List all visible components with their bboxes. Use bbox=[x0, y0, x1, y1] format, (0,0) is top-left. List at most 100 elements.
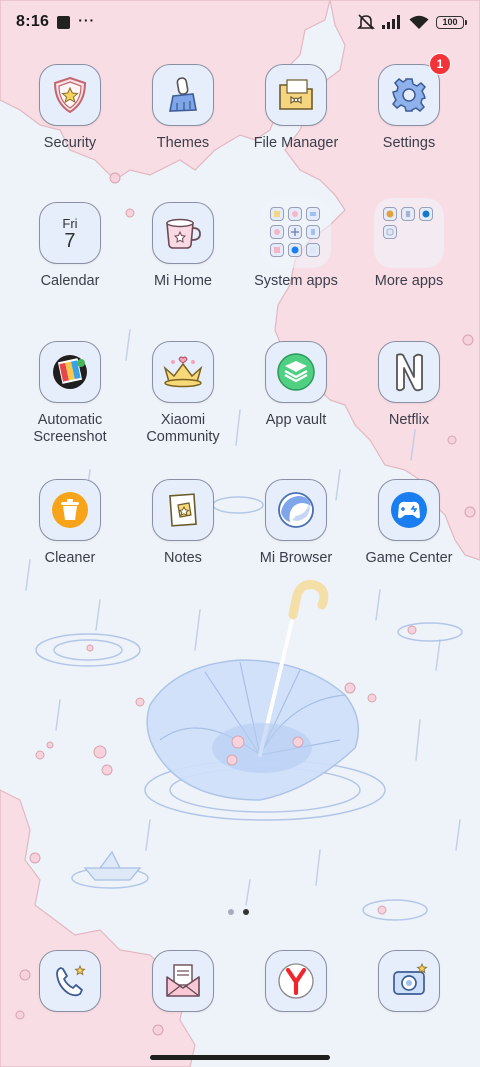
app-security[interactable]: Security bbox=[14, 64, 126, 152]
app-app-vault[interactable]: App vault bbox=[240, 341, 352, 429]
gamepad-icon bbox=[391, 492, 427, 528]
app-game-center[interactable]: Game Center bbox=[353, 479, 465, 567]
notes-app-icon[interactable] bbox=[152, 479, 214, 541]
more-notifications-icon: ··· bbox=[78, 12, 96, 28]
mi-browser-app-icon[interactable] bbox=[265, 479, 327, 541]
app-label: More apps bbox=[374, 273, 444, 289]
netflix-app-icon[interactable] bbox=[378, 341, 440, 403]
app-label: Mi Home bbox=[153, 273, 212, 289]
app-xiaomi-community[interactable]: Xiaomi Community bbox=[127, 341, 239, 446]
mini-app-icon bbox=[306, 225, 320, 239]
file-manager-app-icon[interactable] bbox=[265, 64, 327, 126]
calendar-day: Fri bbox=[62, 216, 78, 231]
app-label: Calendar bbox=[40, 273, 100, 289]
mini-app-icon bbox=[270, 207, 284, 221]
app-label: Themes bbox=[156, 135, 210, 151]
mini-app-icon bbox=[270, 243, 284, 257]
mini-app-icon bbox=[306, 207, 320, 221]
app-notes[interactable]: Notes bbox=[127, 479, 239, 567]
browser-swirl-icon bbox=[278, 492, 314, 528]
folder-more-apps[interactable]: More apps bbox=[353, 198, 465, 290]
app-mi-home[interactable]: Mi Home bbox=[127, 202, 239, 290]
signal-icon bbox=[382, 15, 400, 29]
game-center-app-icon[interactable] bbox=[378, 479, 440, 541]
navigation-gesture-handle[interactable] bbox=[150, 1055, 330, 1060]
mi-home-app-icon[interactable] bbox=[152, 202, 214, 264]
mini-app-icon bbox=[288, 207, 302, 221]
mug-icon bbox=[166, 218, 201, 249]
app-automatic-screenshot[interactable]: Automatic Screenshot bbox=[14, 341, 126, 446]
app-netflix[interactable]: Netflix bbox=[353, 341, 465, 429]
app-cleaner[interactable]: Cleaner bbox=[14, 479, 126, 567]
dock-camera[interactable] bbox=[353, 950, 465, 1012]
notification-badge: 1 bbox=[429, 53, 451, 75]
camera-app-icon[interactable] bbox=[378, 950, 440, 1012]
status-bar: 8:16 ··· 100 bbox=[0, 0, 480, 44]
mini-app-icon bbox=[288, 225, 302, 239]
app-label: Xiaomi Community bbox=[146, 412, 220, 445]
system-apps-folder-icon[interactable] bbox=[261, 198, 331, 268]
folder-system-apps[interactable]: System apps bbox=[240, 198, 352, 290]
status-time: 8:16 bbox=[16, 13, 50, 30]
envelope-icon bbox=[166, 964, 200, 997]
app-label: Game Center bbox=[365, 550, 453, 566]
app-label: Mi Browser bbox=[259, 550, 333, 566]
phone-app-icon[interactable] bbox=[39, 950, 101, 1012]
mini-app-icon bbox=[288, 243, 302, 257]
phone-icon bbox=[56, 964, 86, 997]
paintbrush-icon bbox=[169, 77, 197, 112]
app-label: Security bbox=[43, 135, 97, 151]
app-label: Netflix bbox=[388, 412, 430, 428]
page-indicator bbox=[228, 909, 249, 915]
app-settings[interactable]: 1 Settings bbox=[353, 53, 465, 152]
mute-icon bbox=[357, 14, 375, 30]
dock-phone[interactable] bbox=[14, 950, 126, 1012]
mini-app-icon bbox=[306, 243, 320, 257]
wifi-icon bbox=[409, 15, 429, 29]
app-label: Automatic Screenshot bbox=[33, 412, 107, 445]
dock-messages[interactable] bbox=[127, 950, 239, 1012]
yandex-y-icon bbox=[278, 963, 314, 999]
color-palette-icon bbox=[53, 355, 87, 389]
mini-app-icon bbox=[383, 225, 397, 239]
themes-app-icon[interactable] bbox=[152, 64, 214, 126]
app-label: Cleaner bbox=[44, 550, 96, 566]
more-apps-folder-icon[interactable] bbox=[374, 198, 444, 268]
app-vault-app-icon[interactable] bbox=[265, 341, 327, 403]
app-label: Settings bbox=[382, 135, 436, 151]
app-calendar[interactable]: Fri 7 Calendar bbox=[14, 202, 126, 290]
trash-can-icon bbox=[52, 492, 88, 528]
app-mi-browser[interactable]: Mi Browser bbox=[240, 479, 352, 567]
cleaner-app-icon[interactable] bbox=[39, 479, 101, 541]
settings-app-icon[interactable]: 1 bbox=[378, 53, 451, 126]
battery-icon: 100 bbox=[436, 15, 467, 29]
app-file-manager[interactable]: File Manager bbox=[240, 64, 352, 152]
mini-app-icon bbox=[419, 207, 433, 221]
netflix-n-icon bbox=[396, 353, 423, 392]
gear-icon bbox=[392, 78, 426, 112]
messages-app-icon[interactable] bbox=[152, 950, 214, 1012]
crown-icon bbox=[163, 356, 203, 388]
mini-app-icon bbox=[270, 225, 284, 239]
calendar-app-icon[interactable]: Fri 7 bbox=[39, 202, 101, 264]
layers-icon bbox=[277, 353, 315, 391]
app-label: File Manager bbox=[253, 135, 339, 151]
security-app-icon[interactable] bbox=[39, 64, 101, 126]
dock-yandex-browser[interactable] bbox=[240, 950, 352, 1012]
page-dot[interactable] bbox=[228, 909, 234, 915]
page-dot-active[interactable] bbox=[243, 909, 249, 915]
app-label: App vault bbox=[265, 412, 327, 428]
automatic-screenshot-app-icon[interactable] bbox=[39, 341, 101, 403]
mini-app-icon bbox=[383, 207, 397, 221]
dock bbox=[0, 950, 480, 1012]
mini-app-icon bbox=[401, 207, 415, 221]
notes-icon bbox=[169, 493, 197, 527]
yandex-browser-app-icon[interactable] bbox=[265, 950, 327, 1012]
xiaomi-community-app-icon[interactable] bbox=[152, 341, 214, 403]
shield-star-icon bbox=[53, 76, 87, 114]
folder-bow-icon bbox=[279, 79, 313, 110]
umbrella-illustration bbox=[146, 580, 360, 801]
app-themes[interactable]: Themes bbox=[127, 64, 239, 152]
camera-icon bbox=[393, 962, 428, 995]
calendar-date: 7 bbox=[64, 230, 76, 252]
